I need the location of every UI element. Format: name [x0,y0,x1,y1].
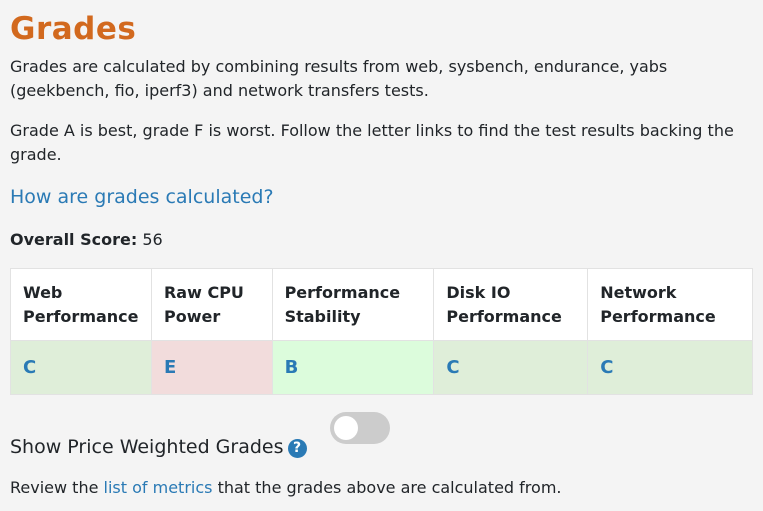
overall-score-label: Overall Score: [10,230,138,249]
price-weighted-label-text: Show Price Weighted Grades [10,436,284,458]
grades-row: C E B C C [10,340,753,395]
grade-cell-disk-io-performance: C [433,340,589,395]
explanation-text: Grade A is best, grade F is worst. Follo… [10,121,734,164]
grade-cell-performance-stability: B [271,340,435,395]
grade-link-performance-stability[interactable]: B [285,357,299,378]
grade-cell-network-performance: C [587,340,753,395]
header-disk-io-performance: Disk IO Performance [433,268,589,341]
grade-cell-raw-cpu-power: E [150,340,273,395]
header-performance-stability: Performance Stability [271,268,435,341]
header-web-performance: Web Performance [10,268,152,341]
overall-score: Overall Score: 56 [10,228,163,252]
how-grades-calculated-link[interactable]: How are grades calculated? [10,184,274,210]
list-of-metrics-link[interactable]: list of metrics [104,478,213,497]
intro-text: Grades are calculated by combining resul… [10,57,668,100]
grades-table: Web Performance Raw CPU Power Performanc… [10,268,753,395]
review-suffix: that the grades above are calculated fro… [217,478,562,497]
review-text: Review the list of metrics that the grad… [10,476,561,500]
grade-cell-web-performance: C [10,340,152,395]
toggle-knob [334,416,358,440]
header-network-performance: Network Performance [587,268,753,341]
question-circle-icon[interactable]: ? [287,439,307,458]
overall-score-value: 56 [142,230,163,249]
grade-link-network-performance[interactable]: C [600,357,613,378]
grade-link-web-performance[interactable]: C [23,357,36,378]
price-weighted-label: Show Price Weighted Grades? [10,434,307,460]
grades-header-row: Web Performance Raw CPU Power Performanc… [10,268,753,341]
grade-link-disk-io-performance[interactable]: C [446,357,459,378]
price-weighted-toggle[interactable] [330,412,390,444]
page-title: Grades [10,11,137,47]
grade-link-raw-cpu-power[interactable]: E [164,357,176,378]
review-prefix: Review the [10,478,99,497]
price-weighted-row: Show Price Weighted Grades? [10,412,753,472]
header-raw-cpu-power: Raw CPU Power [150,268,273,341]
